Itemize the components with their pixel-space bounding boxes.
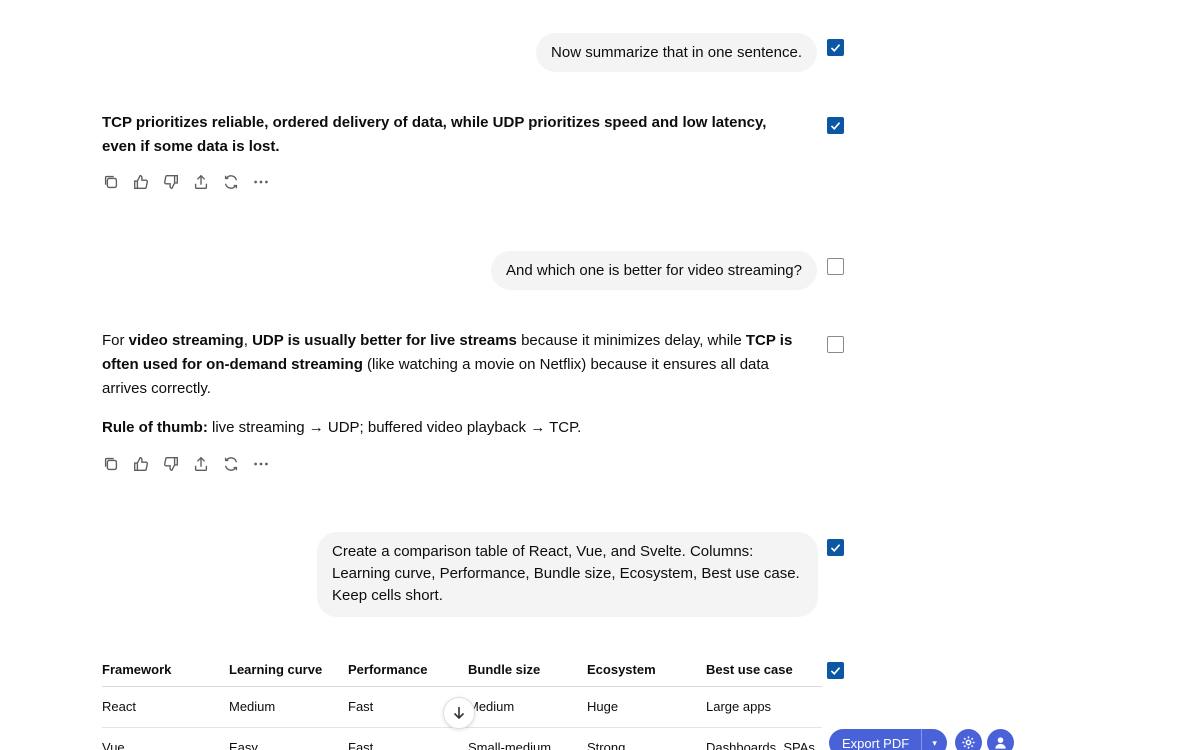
more-icon — [254, 180, 268, 184]
export-options-dropdown[interactable]: ▾ — [921, 729, 947, 750]
table-cell: Medium — [468, 686, 587, 728]
assistant-message-text: TCP prioritizes reliable, ordered delive… — [102, 114, 767, 155]
text-run: live streaming → UDP; buffered video pla… — [207, 419, 582, 436]
table-header-row: Framework Learning curve Performance Bun… — [102, 654, 822, 687]
table-cell: Fast — [348, 727, 468, 750]
check-icon — [830, 44, 841, 52]
table-cell: Easy — [229, 727, 348, 750]
scroll-to-bottom-button[interactable] — [443, 697, 475, 729]
share-icon — [194, 174, 208, 189]
copy-icon — [104, 175, 118, 189]
table-cell: Vue — [102, 727, 229, 750]
regenerate-button[interactable] — [221, 172, 241, 192]
thumbs-down-icon — [164, 457, 178, 471]
gear-icon — [962, 736, 975, 749]
regenerate-icon — [224, 175, 238, 189]
assistant-message: For video streaming, UDP is usually bett… — [102, 329, 807, 440]
message-actions — [101, 172, 271, 192]
table-row: Vue Easy Fast Small-medium Strong Dashbo… — [102, 727, 822, 750]
caret-down-icon: ▾ — [932, 737, 937, 748]
copy-button[interactable] — [101, 454, 121, 474]
column-header: Best use case — [706, 654, 822, 687]
column-header: Bundle size — [468, 654, 587, 687]
message-select-checkbox[interactable] — [827, 539, 844, 556]
assistant-message: TCP prioritizes reliable, ordered delive… — [102, 111, 802, 159]
table-cell: React — [102, 686, 229, 728]
column-header: Ecosystem — [587, 654, 706, 687]
copy-icon — [104, 457, 118, 471]
message-actions — [101, 454, 271, 474]
user-message-text: And which one is better for video stream… — [506, 262, 802, 279]
check-icon — [830, 667, 841, 675]
table-cell: Medium — [229, 686, 348, 728]
regenerate-icon — [224, 457, 238, 471]
thumbs-up-icon — [134, 457, 148, 471]
table-cell: Large apps — [706, 686, 822, 728]
message-select-checkbox[interactable] — [827, 39, 844, 56]
check-icon — [830, 122, 841, 130]
regenerate-button[interactable] — [221, 454, 241, 474]
message-select-checkbox[interactable] — [827, 117, 844, 134]
table-cell: Small-medium — [468, 727, 587, 750]
text-run: For — [102, 332, 129, 349]
bold-run: UDP is usually better for live streams — [252, 332, 517, 349]
table-cell: Strong — [587, 727, 706, 750]
column-header: Learning curve — [229, 654, 348, 687]
share-icon — [194, 456, 208, 471]
thumbs-down-button[interactable] — [161, 172, 181, 192]
check-icon — [830, 544, 841, 552]
bold-run: Rule of thumb: — [102, 419, 208, 436]
user-message-bubble: And which one is better for video stream… — [491, 251, 817, 290]
settings-button[interactable] — [955, 729, 982, 750]
share-button[interactable] — [191, 172, 211, 192]
message-select-checkbox[interactable] — [827, 662, 844, 679]
arrow-down-icon — [453, 707, 465, 720]
thumbs-up-icon — [134, 175, 148, 189]
column-header: Framework — [102, 654, 229, 687]
export-pdf-button[interactable]: Export PDF — [829, 729, 921, 750]
table-cell: Dashboards, SPAs — [706, 727, 822, 750]
user-message-text: Now summarize that in one sentence. — [551, 44, 802, 61]
export-pdf-group: Export PDF ▾ — [829, 729, 948, 750]
text-run: , — [243, 332, 253, 349]
more-icon — [254, 462, 268, 466]
text-run: because it minimizes delay, while — [516, 332, 746, 349]
thumbs-up-button[interactable] — [131, 454, 151, 474]
user-message-bubble: Create a comparison table of React, Vue,… — [317, 532, 818, 617]
profile-button[interactable] — [987, 729, 1014, 750]
user-message-text: Create a comparison table of React, Vue,… — [332, 543, 800, 604]
user-message-bubble: Now summarize that in one sentence. — [536, 33, 817, 72]
bold-run: video streaming — [128, 332, 244, 349]
copy-button[interactable] — [101, 172, 121, 192]
message-select-checkbox[interactable] — [827, 336, 844, 353]
thumbs-down-button[interactable] — [161, 454, 181, 474]
message-select-checkbox[interactable] — [827, 258, 844, 275]
assistant-paragraph: For video streaming, UDP is usually bett… — [102, 329, 807, 401]
user-icon — [995, 737, 1006, 749]
column-header: Performance — [348, 654, 468, 687]
assistant-paragraph: Rule of thumb: live streaming → UDP; buf… — [102, 416, 807, 440]
table-cell: Huge — [587, 686, 706, 728]
share-button[interactable] — [191, 454, 211, 474]
thumbs-up-button[interactable] — [131, 172, 151, 192]
more-button[interactable] — [251, 172, 271, 192]
thumbs-down-icon — [164, 175, 178, 189]
more-button[interactable] — [251, 454, 271, 474]
